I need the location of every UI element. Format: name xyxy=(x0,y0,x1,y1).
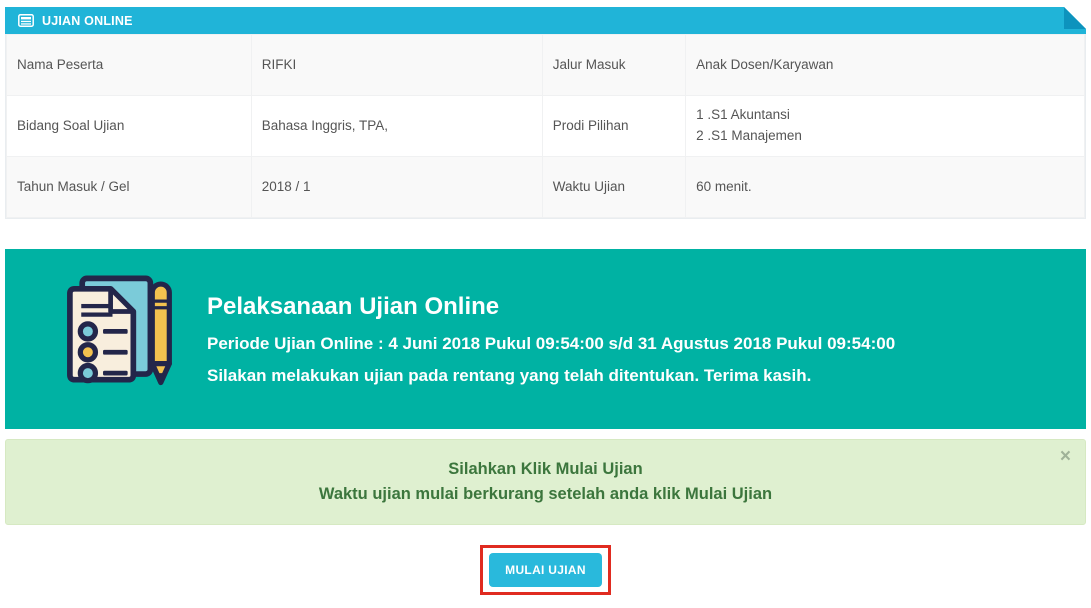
banner-title: Pelaksanaan Ujian Online xyxy=(207,293,895,321)
alert-line-1: Silahkan Klik Mulai Ujian xyxy=(46,457,1045,482)
start-exam-alert: × Silahkan Klik Mulai Ujian Waktu ujian … xyxy=(5,439,1086,525)
field-value: Bahasa Inggris, TPA, xyxy=(251,96,542,157)
prodi-line: 2 .S1 Manajemen xyxy=(696,126,1074,147)
ujian-online-panel: UJIAN ONLINE Nama Peserta RIFKI Jalur Ma… xyxy=(5,7,1086,219)
table-icon xyxy=(18,14,34,27)
panel-title: UJIAN ONLINE xyxy=(42,14,133,28)
mulai-ujian-button[interactable]: MULAI UJIAN xyxy=(489,553,602,587)
table-row: Tahun Masuk / Gel 2018 / 1 Waktu Ujian 6… xyxy=(7,157,1085,218)
field-label: Jalur Masuk xyxy=(542,35,685,96)
banner-note: Silakan melakukan ujian pada rentang yan… xyxy=(207,366,895,386)
exam-period-banner: Pelaksanaan Ujian Online Periode Ujian O… xyxy=(5,249,1086,429)
field-label: Nama Peserta xyxy=(7,35,252,96)
field-value: 2018 / 1 xyxy=(251,157,542,218)
annotation-highlight-box: MULAI UJIAN xyxy=(480,545,611,595)
prodi-line: 1 .S1 Akuntansi xyxy=(696,105,1074,126)
field-value: Anak Dosen/Karyawan xyxy=(686,35,1085,96)
field-label: Tahun Masuk / Gel xyxy=(7,157,252,218)
banner-period: Periode Ujian Online : 4 Juni 2018 Pukul… xyxy=(207,334,895,354)
page: UJIAN ONLINE Nama Peserta RIFKI Jalur Ma… xyxy=(0,0,1091,595)
field-label: Prodi Pilihan xyxy=(542,96,685,157)
checklist-pencil-icon xyxy=(50,269,175,409)
button-row: MULAI UJIAN xyxy=(5,545,1086,595)
corner-fold-decoration xyxy=(1064,7,1086,29)
field-label: Bidang Soal Ujian xyxy=(7,96,252,157)
panel-header: UJIAN ONLINE xyxy=(5,7,1086,34)
field-value: RIFKI xyxy=(251,35,542,96)
table-row: Nama Peserta RIFKI Jalur Masuk Anak Dose… xyxy=(7,35,1085,96)
alert-line-2: Waktu ujian mulai berkurang setelah anda… xyxy=(46,482,1045,507)
exam-info-table: Nama Peserta RIFKI Jalur Masuk Anak Dose… xyxy=(6,34,1085,218)
field-value: 1 .S1 Akuntansi 2 .S1 Manajemen xyxy=(686,96,1085,157)
field-value: 60 menit. xyxy=(686,157,1085,218)
banner-text: Pelaksanaan Ujian Online Periode Ujian O… xyxy=(207,293,895,386)
close-icon[interactable]: × xyxy=(1060,447,1071,466)
table-row: Bidang Soal Ujian Bahasa Inggris, TPA, P… xyxy=(7,96,1085,157)
field-label: Waktu Ujian xyxy=(542,157,685,218)
